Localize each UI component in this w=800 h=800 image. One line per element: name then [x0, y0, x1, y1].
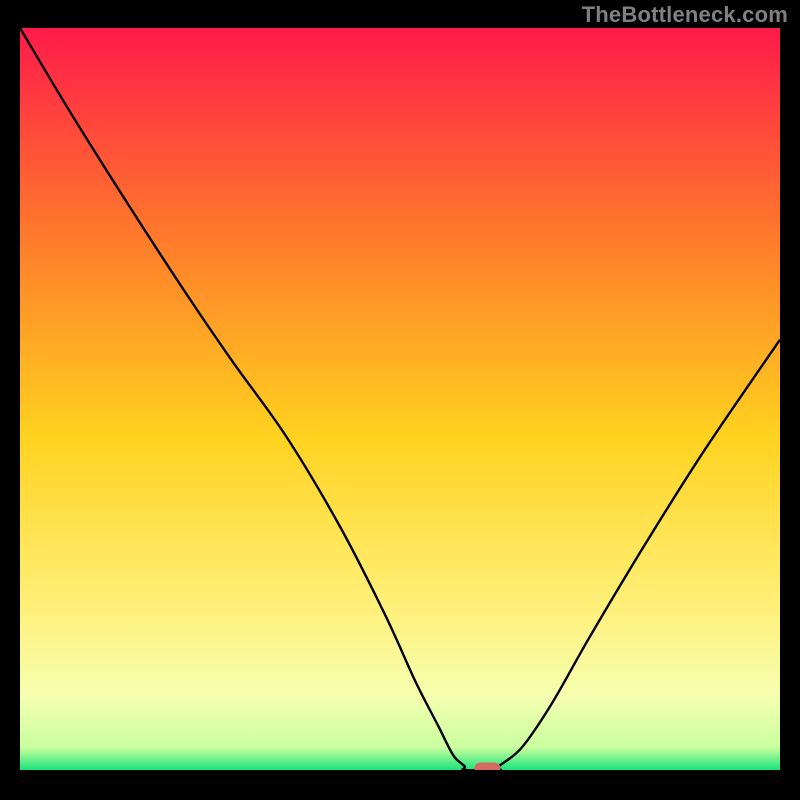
chart-frame: { "watermark": "TheBottleneck.com", "col… — [0, 0, 800, 800]
plot-background — [20, 28, 780, 770]
bottleneck-chart — [0, 0, 800, 800]
frame-bottom — [0, 770, 800, 800]
frame-left — [0, 0, 20, 800]
watermark-text: TheBottleneck.com — [582, 2, 788, 28]
frame-right — [780, 0, 800, 800]
